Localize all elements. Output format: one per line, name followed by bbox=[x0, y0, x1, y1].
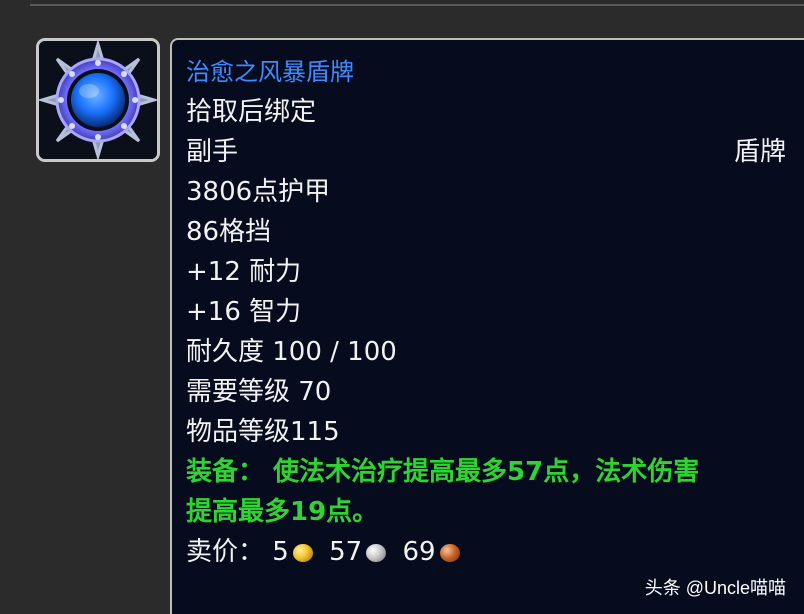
sell-gold-value: 5 bbox=[272, 537, 289, 567]
storm-shield-icon bbox=[39, 41, 157, 159]
item-level-text: 物品等级115 bbox=[186, 417, 340, 447]
required-level-text: 需要等级 70 bbox=[186, 377, 332, 407]
armor-text: 3806点护甲 bbox=[186, 177, 331, 207]
top-divider bbox=[30, 4, 804, 6]
item-type-text: 盾牌 bbox=[733, 137, 786, 167]
gold-coin-icon bbox=[292, 544, 313, 562]
copper-coin-icon bbox=[439, 544, 460, 562]
item-icon-frame[interactable] bbox=[36, 38, 160, 162]
block-text: 86格挡 bbox=[186, 217, 272, 247]
watermark: 头条 @Uncle喵喵 bbox=[644, 578, 786, 598]
slot-text: 副手 bbox=[186, 137, 239, 167]
item-tooltip: 治愈之风暴盾牌 拾取后绑定 副手 盾牌 3806点护甲 86格挡 +12 耐力 … bbox=[170, 38, 804, 614]
silver-coin-icon bbox=[366, 544, 387, 562]
sell-price-label: 卖价： bbox=[186, 537, 265, 567]
intellect-text: +16 智力 bbox=[186, 297, 302, 327]
sell-copper-value: 69 bbox=[402, 537, 436, 567]
sell-price-row: 卖价： 5 57 69 bbox=[186, 534, 786, 570]
stamina-text: +12 耐力 bbox=[186, 257, 302, 287]
equip-effect-line1: 装备： 使法术治疗提高最多57点，法术伤害 bbox=[186, 457, 700, 487]
equip-effect-line2: 提高最多19点。 bbox=[186, 497, 379, 527]
item-name: 治愈之风暴盾牌 bbox=[186, 58, 354, 86]
slot-row: 副手 盾牌 bbox=[186, 134, 786, 170]
durability-text: 耐久度 100 / 100 bbox=[186, 337, 397, 367]
sell-silver-value: 57 bbox=[329, 537, 363, 567]
binding-text: 拾取后绑定 bbox=[186, 97, 317, 127]
